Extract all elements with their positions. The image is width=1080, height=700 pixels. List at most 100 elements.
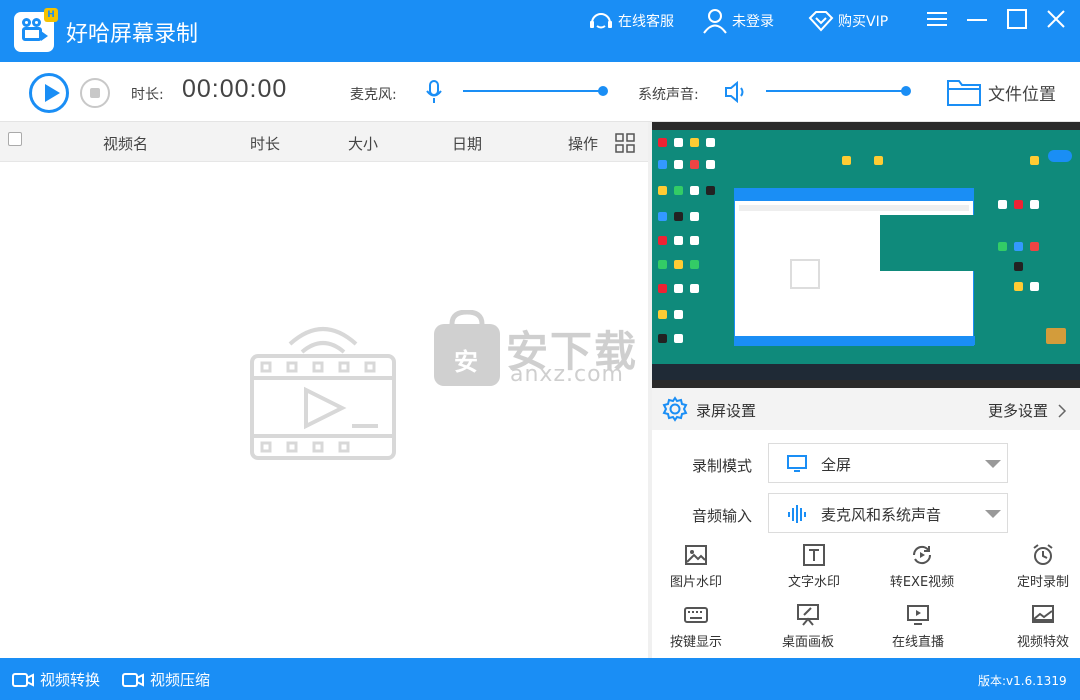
more-settings-label: 更多设置 (988, 402, 1049, 420)
empty-video-list-icon (250, 327, 396, 460)
system-volume-knob[interactable] (901, 86, 911, 96)
system-volume-slider[interactable] (766, 86, 911, 96)
audio-input-select[interactable]: 麦克风和系统声音 (768, 493, 1008, 533)
video-effects-label: 视频特效 (1016, 635, 1069, 650)
keystroke-display-button[interactable]: 按键显示 (651, 603, 741, 651)
duration-label: 时长: (131, 87, 164, 103)
maximize-button[interactable] (1006, 8, 1032, 32)
desktop-thumbnail (652, 130, 1080, 372)
record-mode-label: 录制模式 (692, 457, 753, 475)
mic-volume-slider[interactable] (463, 86, 608, 96)
image-watermark-label: 图片水印 (669, 575, 722, 590)
chevron-down-icon (985, 460, 1001, 468)
text-watermark-label: 文字水印 (787, 575, 840, 590)
sound-wave-icon (788, 505, 806, 523)
microphone-icon (426, 80, 442, 103)
watermark-logo: 安 (432, 309, 502, 388)
desktop-drawing-label: 桌面画板 (781, 635, 834, 650)
screen-preview (652, 122, 1080, 388)
column-header-actions: 操作 (568, 135, 599, 153)
login-label: 未登录 (732, 14, 774, 30)
title-bar: H 好哈屏幕录制 在线客服 未登录 购买VIP (0, 0, 1080, 62)
video-camera-icon (12, 672, 34, 687)
chevron-right-icon (1058, 404, 1066, 418)
image-watermark-button[interactable]: 图片水印 (651, 543, 741, 591)
chevron-down-icon (985, 510, 1001, 518)
gear-icon (662, 396, 688, 422)
monitor-icon (787, 455, 807, 472)
audio-input-label: 音频输入 (692, 507, 753, 525)
mic-label: 麦克风: (350, 87, 397, 103)
logo-badge: H (44, 8, 58, 22)
close-button[interactable] (1045, 8, 1071, 32)
online-support-label: 在线客服 (618, 14, 674, 30)
drawing-board-icon (797, 604, 819, 626)
system-audio-label: 系统声音: (638, 87, 699, 103)
version-label: 版本:v1.6.1319 (978, 674, 1067, 688)
login-button[interactable]: 未登录 (702, 8, 774, 34)
recording-toolbar: 时长: 00:00:00 麦克风: 系统声音: 文件位置 (0, 62, 1080, 122)
more-settings-link[interactable]: 更多设置 (988, 400, 1067, 421)
live-stream-button[interactable]: 在线直播 (873, 603, 963, 651)
file-location-label: 文件位置 (988, 84, 1056, 105)
record-mode-value: 全屏 (821, 456, 852, 474)
watermark-subtext: anxz.com (510, 362, 624, 387)
close-icon (1047, 10, 1065, 28)
video-convert-label: 视频转换 (40, 671, 101, 689)
watermark-logo-char: 安 (454, 348, 478, 376)
app-window: H 好哈屏幕录制 在线客服 未登录 购买VIP 时长: 00:00:00 麦克风… (0, 0, 1080, 700)
preview-taskbar (652, 364, 1080, 380)
menu-button[interactable] (926, 8, 952, 32)
app-title: 好哈屏幕录制 (66, 22, 199, 47)
mic-volume-knob[interactable] (598, 86, 608, 96)
desktop-drawing-button[interactable]: 桌面画板 (763, 603, 853, 651)
folder-icon (947, 80, 981, 106)
file-location-button[interactable]: 文件位置 (946, 76, 1056, 108)
record-settings-header: 录屏设置 更多设置 (652, 388, 1080, 430)
preview-app-thumbnail (734, 188, 975, 346)
duration-value: 00:00:00 (182, 75, 288, 103)
buy-vip-button[interactable]: 购买VIP (808, 8, 888, 34)
text-watermark-icon (803, 544, 825, 566)
text-watermark-button[interactable]: 文字水印 (769, 543, 859, 591)
column-header-duration[interactable]: 时长 (250, 133, 280, 154)
grid-view-icon[interactable] (615, 133, 635, 153)
convert-exe-icon (912, 545, 932, 565)
image-watermark-icon (685, 545, 707, 565)
bottom-bar: 视频转换 视频压缩 版本:v1.6.1319 (0, 658, 1080, 700)
column-header-size[interactable]: 大小 (348, 133, 378, 154)
maximize-icon (1007, 9, 1027, 29)
buy-vip-label: 购买VIP (838, 14, 889, 30)
live-stream-label: 在线直播 (891, 635, 944, 650)
keystroke-display-label: 按键显示 (669, 635, 722, 650)
alarm-clock-icon (1033, 544, 1053, 565)
video-convert-button[interactable]: 视频转换 (12, 669, 100, 690)
start-record-button[interactable] (29, 73, 69, 113)
keyboard-icon (684, 607, 708, 623)
column-header-name[interactable]: 视频名 (103, 133, 148, 154)
video-effects-button[interactable]: 视频特效 (998, 603, 1080, 651)
scheduled-record-label: 定时录制 (1016, 575, 1069, 590)
record-mode-select[interactable]: 全屏 (768, 443, 1008, 483)
video-table-header: 视频名 时长 大小 日期 操作 (0, 122, 648, 162)
minimize-button[interactable] (966, 8, 992, 32)
audio-input-value: 麦克风和系统声音 (821, 506, 942, 524)
select-all-checkbox[interactable] (8, 132, 22, 146)
video-compress-button[interactable]: 视频压缩 (122, 669, 210, 690)
online-support-button[interactable]: 在线客服 (588, 8, 674, 34)
headset-icon (590, 13, 612, 29)
user-icon (703, 9, 727, 34)
live-stream-icon (907, 605, 929, 625)
diamond-icon (808, 11, 834, 32)
convert-exe-button[interactable]: 转EXE视频 (877, 543, 967, 591)
video-camera-icon (122, 672, 144, 687)
video-list (0, 162, 648, 658)
hamburger-menu-icon (927, 12, 947, 26)
column-header-date[interactable]: 日期 (452, 133, 482, 154)
record-settings-title: 录屏设置 (696, 402, 757, 420)
stop-record-button[interactable] (80, 78, 110, 108)
video-effect-icon (1032, 605, 1054, 623)
app-logo-icon: H (14, 8, 58, 52)
speaker-icon (725, 81, 744, 103)
scheduled-record-button[interactable]: 定时录制 (998, 543, 1080, 591)
